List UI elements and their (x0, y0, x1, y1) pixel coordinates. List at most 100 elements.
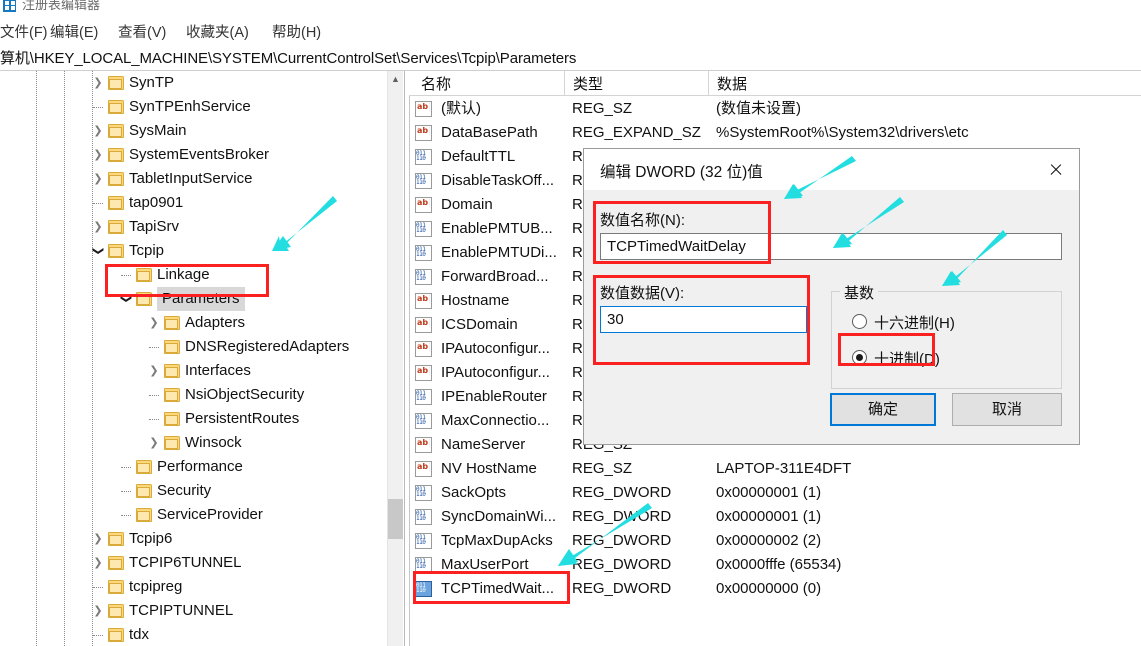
tree-connector (121, 515, 131, 516)
tree-item[interactable]: ❯ SynTP (0, 71, 387, 95)
folder-icon (136, 484, 152, 498)
tree-connector (93, 635, 103, 636)
table-row[interactable]: 011 110 SackOpts REG_DWORD 0x00000001 (1) (409, 481, 1141, 505)
dword-value-icon: 011 110 (415, 413, 432, 429)
table-row[interactable]: 011 110 SyncDomainWi... REG_DWORD 0x00000001… (409, 505, 1141, 529)
folder-icon (164, 340, 180, 354)
tree-expander-icon[interactable]: ❯ (90, 119, 106, 143)
tree-item[interactable]: ❯ Adapters (0, 311, 387, 335)
tree-item[interactable]: PersistentRoutes (0, 407, 387, 431)
folder-icon (108, 196, 124, 210)
dword-value-icon: 011 110 (415, 221, 432, 237)
tree-item-label: DNSRegisteredAdapters (185, 338, 350, 355)
column-header-name[interactable]: 名称 (421, 73, 451, 94)
tree-item[interactable]: ❯ TCPIP6TUNNEL (0, 551, 387, 575)
value-type-cell: REG_DWORD (572, 508, 672, 525)
table-row[interactable]: ab (默认) REG_SZ (数值未设置) (409, 97, 1141, 121)
tree-expander-icon[interactable]: ❯ (90, 215, 106, 239)
tree-item[interactable]: ❯ TCPIPTUNNEL (0, 599, 387, 623)
menu-bar: 文件(F) 编辑(E) 查看(V) 收藏夹(A) 帮助(H) (0, 18, 1141, 43)
tree-item[interactable]: Linkage (0, 263, 387, 287)
column-divider-1[interactable] (564, 71, 565, 95)
dword-value-icon: 011 110 (415, 173, 432, 189)
table-row[interactable]: ab DataBasePath REG_EXPAND_SZ %SystemRoot%\… (409, 121, 1141, 145)
tree-vertical-scrollbar[interactable]: ▲ (387, 71, 403, 646)
tree-expander-icon[interactable]: ❯ (146, 359, 162, 383)
tree-item[interactable]: tap0901 (0, 191, 387, 215)
value-data-input[interactable] (600, 306, 807, 333)
tree-item[interactable]: ❯ SysMain (0, 119, 387, 143)
table-row[interactable]: 011 110 TcpMaxDupAcks REG_DWORD 0x00000002 (… (409, 529, 1141, 553)
tree-expander-icon[interactable]: ❯ (90, 527, 106, 551)
folder-icon (108, 628, 124, 642)
tree-item[interactable]: ❯ Parameters (0, 287, 387, 311)
close-icon[interactable] (1033, 149, 1079, 190)
tree-item[interactable]: ❯ TabletInputService (0, 167, 387, 191)
menu-view[interactable]: 查看(V) (118, 21, 166, 42)
tree-connector (93, 203, 103, 204)
tree-item[interactable]: ❯ Interfaces (0, 359, 387, 383)
folder-icon (108, 532, 124, 546)
address-bar[interactable]: 算机\HKEY_LOCAL_MACHINE\SYSTEM\CurrentCont… (0, 43, 1141, 71)
tree-expander-icon[interactable]: ❯ (90, 599, 106, 623)
menu-favorites[interactable]: 收藏夹(A) (186, 21, 249, 42)
scroll-up-icon[interactable]: ▲ (388, 71, 403, 87)
tree-item-label: SysMain (129, 122, 187, 139)
column-header-type[interactable]: 类型 (573, 73, 603, 94)
tree-item[interactable]: tcpipreg (0, 575, 387, 599)
dword-value-icon: 011 110 (415, 509, 432, 525)
tree-expander-icon[interactable]: ❯ (90, 551, 106, 575)
tree-item[interactable]: ❯ SystemEventsBroker (0, 143, 387, 167)
tree-item[interactable]: DNSRegisteredAdapters (0, 335, 387, 359)
tree-expander-icon[interactable]: ❯ (114, 291, 138, 307)
table-row[interactable]: 011 110 MaxUserPort REG_DWORD 0x0000fffe (65… (409, 553, 1141, 577)
tree-item[interactable]: tdx (0, 623, 387, 646)
dword-value-icon: 011 110 (415, 533, 432, 549)
tree-item[interactable]: Security (0, 479, 387, 503)
value-name-cell: ICSDomain (441, 316, 518, 333)
column-divider-2[interactable] (708, 71, 709, 95)
folder-icon (108, 244, 124, 258)
cancel-button[interactable]: 取消 (952, 393, 1062, 426)
folder-icon (108, 100, 124, 114)
tree-item-label: Winsock (185, 434, 242, 451)
menu-help[interactable]: 帮助(H) (272, 21, 321, 42)
tree-item-label: Performance (157, 458, 243, 475)
radio-dec-label: 十进制(D) (874, 351, 940, 368)
table-row[interactable]: ab NV HostName REG_SZ LAPTOP-311E4DFT (409, 457, 1141, 481)
value-data-cell: (数值未设置) (716, 100, 801, 117)
tree-expander-icon[interactable]: ❯ (86, 243, 110, 259)
tree-item-label: Parameters (157, 287, 245, 311)
base-group-box (831, 291, 1062, 389)
scrollbar-thumb[interactable] (388, 499, 403, 539)
tree-item[interactable]: ❯ Winsock (0, 431, 387, 455)
tree-expander-icon[interactable]: ❯ (90, 71, 106, 95)
menu-edit[interactable]: 编辑(E) (50, 21, 98, 42)
tree-item[interactable]: ❯ Tcpip (0, 239, 387, 263)
tree-expander-icon[interactable]: ❯ (146, 431, 162, 455)
tree-expander-icon[interactable]: ❯ (90, 143, 106, 167)
value-data-cell: 0x00000001 (1) (716, 484, 822, 501)
tree-item[interactable]: Performance (0, 455, 387, 479)
dialog-title: 编辑 DWORD (32 位)值 (600, 164, 763, 181)
registry-tree-pane[interactable]: ❯ SynTP SynTPEnhService ❯ SysMain ❯ SystemEven… (0, 71, 387, 646)
value-name-cell: EnablePMTUB... (441, 220, 553, 237)
tree-item[interactable]: SynTPEnhService (0, 95, 387, 119)
tree-item[interactable]: NsiObjectSecurity (0, 383, 387, 407)
column-header-data[interactable]: 数据 (717, 73, 747, 94)
tree-expander-icon[interactable]: ❯ (90, 167, 106, 191)
string-value-icon: ab (415, 341, 432, 357)
folder-icon (164, 316, 180, 330)
tree-item[interactable]: ServiceProvider (0, 503, 387, 527)
folder-icon (108, 556, 124, 570)
ok-button[interactable]: 确定 (830, 393, 936, 426)
tree-item[interactable]: ❯ Tcpip6 (0, 527, 387, 551)
tree-expander-icon[interactable]: ❯ (146, 311, 162, 335)
value-name-cell: TCPTimedWait... (441, 580, 555, 597)
tree-connector (121, 275, 131, 276)
menu-file[interactable]: 文件(F) (0, 21, 48, 42)
value-name-input[interactable] (600, 233, 1062, 260)
table-row[interactable]: 011 110 TCPTimedWait... REG_DWORD 0x00000000… (409, 577, 1141, 601)
tree-item[interactable]: ❯ TapiSrv (0, 215, 387, 239)
dword-value-icon: 011 110 (415, 581, 432, 597)
